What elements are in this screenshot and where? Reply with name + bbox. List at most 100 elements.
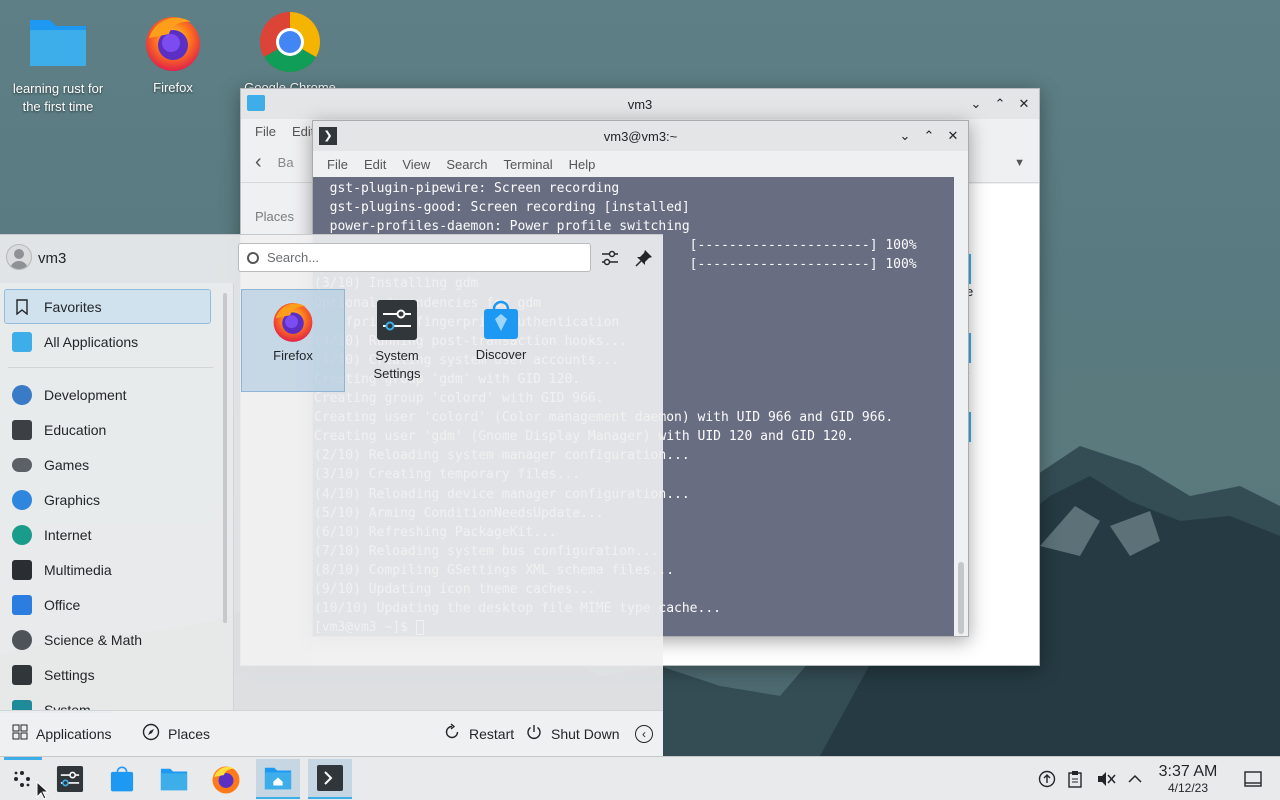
clipboard-icon[interactable] (1062, 757, 1088, 800)
office-icon (12, 594, 32, 615)
terminal-titlebar[interactable]: ❯ vm3@vm3:~ ⌄ ⌃ ✕ (313, 121, 968, 151)
taskbar-konsole-window[interactable] (308, 759, 352, 799)
favorites-grid: Firefox System Settings Discover (235, 283, 663, 711)
taskbar-discover[interactable] (100, 759, 144, 799)
places-heading: Places (255, 209, 295, 224)
desktop-chrome[interactable]: Google Chrome (235, 10, 345, 95)
category-all-applications[interactable]: All Applications (0, 324, 233, 359)
application-launcher: vm3 Search... Favorites All Applications… (0, 234, 663, 756)
terminal-menu-file[interactable]: File (319, 157, 356, 172)
desktop-firefox[interactable]: Firefox (118, 10, 228, 95)
pin-icon[interactable] (634, 248, 654, 268)
terminal-menu-help[interactable]: Help (561, 157, 604, 172)
category-office[interactable]: Office (0, 587, 233, 622)
app-tile-system-settings[interactable]: System Settings (345, 289, 449, 392)
tab-places-label: Places (168, 725, 211, 742)
taskbar-firefox[interactable] (204, 759, 248, 799)
terminal-menubar: File Edit View Search Terminal Help (313, 151, 968, 177)
restart-label: Restart (469, 725, 515, 742)
gamepad-icon (12, 457, 32, 472)
chevron-left-icon[interactable]: ‹ (635, 724, 653, 743)
maximize-icon[interactable]: ⌃ (991, 95, 1009, 113)
terminal-menu-view[interactable]: View (394, 157, 438, 172)
minimize-icon[interactable]: ⌄ (967, 95, 985, 113)
category-label: Internet (44, 526, 92, 543)
close-icon[interactable]: ✕ (944, 127, 962, 145)
chevron-up-icon[interactable] (1122, 757, 1148, 800)
category-settings[interactable]: Settings (0, 657, 233, 692)
home-folder-icon (264, 767, 292, 790)
digital-clock[interactable]: 3:37 AM 4/12/23 (1152, 763, 1224, 795)
tab-places[interactable]: Places (142, 723, 210, 744)
dolphin-back-label: Ba (277, 155, 294, 170)
search-placeholder: Search... (267, 250, 320, 265)
terminal-menu-search[interactable]: Search (438, 157, 495, 172)
chrome-icon (258, 10, 322, 74)
category-label: Graphics (44, 491, 101, 508)
launcher-categories: Favorites All Applications Development E… (0, 283, 234, 711)
app-tile-label: Discover (475, 347, 527, 362)
category-graphics[interactable]: Graphics (0, 482, 233, 517)
volume-muted-icon[interactable] (1093, 757, 1119, 800)
app-tile-discover[interactable]: Discover (449, 289, 553, 392)
terminal-title: vm3@vm3:~ (603, 128, 678, 144)
terminal-scrollbar[interactable] (954, 177, 968, 636)
dolphin-menu-file[interactable]: File (247, 124, 284, 139)
bookmark-icon (12, 297, 32, 317)
category-development[interactable]: Development (0, 377, 233, 412)
category-scrollbar[interactable] (223, 293, 227, 623)
terminal-app-icon: ❯ (319, 127, 337, 145)
desktop-folder[interactable]: learning rust for the first time (3, 10, 113, 116)
dolphin-titlebar[interactable]: vm3 ⌄ ⌃ ✕ (241, 89, 1039, 119)
desktop-folder-label: learning rust for the first time (12, 81, 104, 114)
search-input[interactable]: Search... (238, 243, 591, 272)
app-tile-firefox[interactable]: Firefox (241, 289, 345, 392)
desktop-firefox-label: Firefox (153, 80, 193, 95)
education-icon (12, 419, 32, 440)
scrollbar-thumb[interactable] (958, 562, 964, 634)
category-label: All Applications (44, 333, 139, 350)
firefox-icon (141, 10, 205, 74)
grid-icon (12, 724, 28, 743)
tab-applications-label: Applications (36, 725, 112, 742)
compass-icon (142, 723, 160, 744)
category-internet[interactable]: Internet (0, 517, 233, 552)
back-icon[interactable]: ‹ (255, 151, 262, 174)
taskbar-dolphin-window[interactable] (256, 759, 300, 799)
minimize-icon[interactable]: ⌄ (896, 127, 914, 145)
filter-settings-icon[interactable] (600, 248, 620, 268)
clock-date: 4/12/23 (1167, 781, 1209, 795)
system-settings-icon (56, 765, 84, 793)
terminal-menu-edit[interactable]: Edit (356, 157, 394, 172)
restart-button[interactable]: Restart (443, 723, 514, 744)
category-multimedia[interactable]: Multimedia (0, 552, 233, 587)
category-label: Games (44, 456, 90, 473)
globe-icon (12, 524, 32, 545)
restart-icon (443, 723, 461, 744)
grid-icon (12, 331, 32, 352)
close-icon[interactable]: ✕ (1015, 95, 1033, 113)
avatar[interactable] (6, 244, 32, 270)
category-games[interactable]: Games (0, 447, 233, 482)
taskbar-system-settings[interactable] (48, 759, 92, 799)
maximize-icon[interactable]: ⌃ (920, 127, 938, 145)
search-icon (247, 251, 259, 264)
taskbar-dolphin[interactable] (152, 759, 196, 799)
chevron-down-icon[interactable]: ▼ (1014, 157, 1025, 169)
mouse-cursor-icon (36, 781, 50, 800)
launcher-username: vm3 (38, 250, 67, 267)
terminal-menu-terminal[interactable]: Terminal (496, 157, 561, 172)
discover-icon (110, 766, 134, 792)
updates-icon[interactable] (1034, 757, 1060, 800)
clock-time: 3:37 AM (1158, 763, 1218, 780)
category-favorites[interactable]: Favorites (4, 289, 211, 324)
show-desktop-icon[interactable] (1240, 757, 1266, 800)
category-science-math[interactable]: Science & Math (0, 622, 233, 657)
shutdown-button[interactable]: Shut Down (525, 723, 619, 744)
category-system[interactable]: System (0, 692, 233, 711)
category-education[interactable]: Education (0, 412, 233, 447)
folder-icon (160, 768, 188, 791)
taskbar: 3:37 AM 4/12/23 (0, 756, 1280, 800)
dolphin-app-icon (247, 95, 265, 111)
tab-applications[interactable]: Applications (12, 724, 112, 743)
